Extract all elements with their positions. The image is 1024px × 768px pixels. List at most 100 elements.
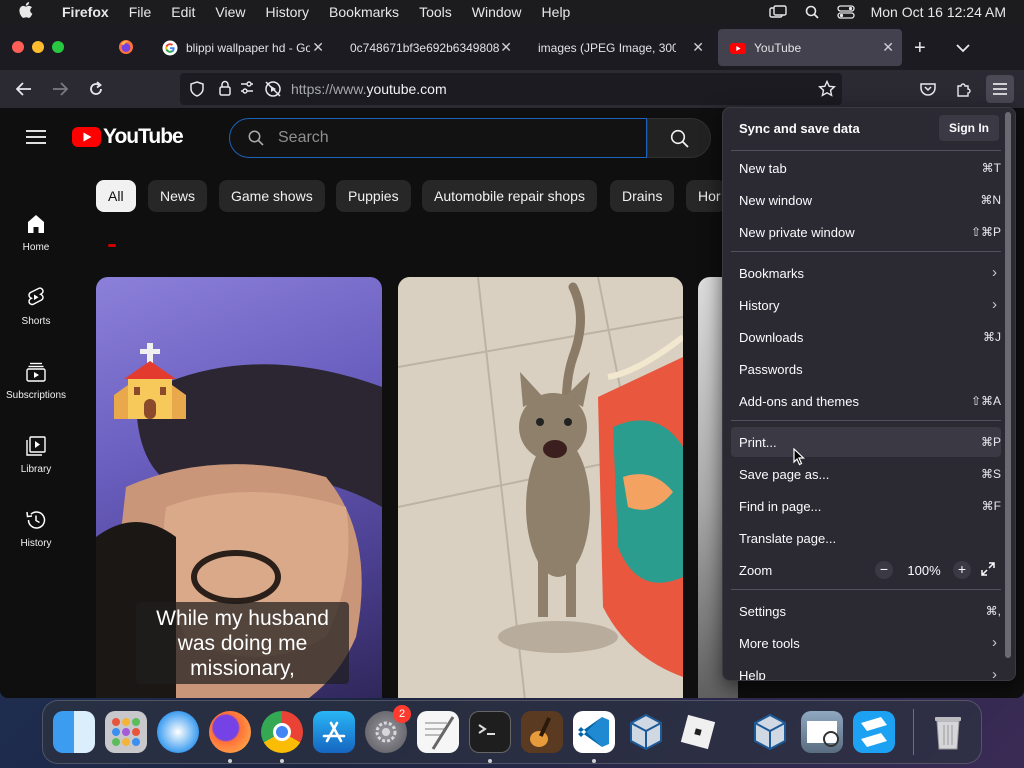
tab-blippi[interactable]: blippi wallpaper hd - Goo ✕ — [150, 29, 332, 66]
roblox-icon[interactable] — [677, 711, 719, 753]
zoom-in-button[interactable]: + — [953, 561, 971, 579]
launchpad-icon[interactable] — [105, 711, 147, 753]
menu-item-history[interactable]: History › — [731, 290, 1001, 320]
forward-arrow-icon[interactable] — [47, 76, 73, 102]
spotlight-search-icon[interactable] — [795, 0, 829, 24]
guide-subscriptions[interactable]: Subscriptions — [0, 360, 72, 401]
window-switcher-icon[interactable] — [761, 0, 795, 24]
guide-library[interactable]: Library — [0, 434, 72, 475]
chip-automobile-repair[interactable]: Automobile repair shops — [422, 180, 597, 212]
menu-view[interactable]: View — [205, 4, 255, 20]
menu-window[interactable]: Window — [462, 4, 532, 20]
apple-menu-icon[interactable] — [0, 2, 52, 22]
firefox-dock-icon[interactable] — [209, 711, 251, 753]
menu-history[interactable]: History — [255, 4, 319, 20]
chip-partial[interactable]: Hor — [686, 180, 726, 212]
virtualbox-2-icon[interactable] — [749, 711, 791, 753]
back-arrow-icon[interactable] — [11, 76, 37, 102]
menu-item-passwords[interactable]: Passwords — [731, 354, 1001, 384]
system-settings-icon[interactable]: 2 — [365, 705, 411, 753]
menu-item-label: More tools — [739, 635, 800, 651]
menu-item-downloads[interactable]: Downloads ⌘J — [731, 322, 1001, 352]
menu-item-print[interactable]: Print... ⌘P — [731, 427, 1001, 457]
tab-youtube[interactable]: YouTube ✕ — [718, 29, 902, 66]
tab-close-icon[interactable]: ✕ — [312, 39, 324, 56]
new-tab-plus-icon[interactable]: + — [914, 37, 926, 60]
fullscreen-icon[interactable] — [981, 562, 995, 579]
safari-icon[interactable] — [157, 711, 199, 753]
url-text[interactable]: https://www.youtube.com — [291, 81, 447, 97]
zoom-out-button[interactable]: − — [875, 561, 893, 579]
menu-item-find-in-page[interactable]: Find in page... ⌘F — [731, 491, 1001, 521]
garageband-icon[interactable] — [521, 711, 563, 753]
menu-bookmarks[interactable]: Bookmarks — [319, 4, 409, 20]
lock-icon[interactable] — [219, 80, 231, 101]
finder-icon[interactable] — [53, 711, 95, 753]
zoom-level[interactable]: 100% — [898, 563, 950, 578]
chip-all[interactable]: All — [96, 180, 136, 212]
roblox-studio-icon[interactable] — [853, 711, 895, 753]
guide-shorts[interactable]: Shorts — [0, 286, 72, 327]
menu-help[interactable]: Help — [532, 4, 581, 20]
control-center-icon[interactable] — [829, 0, 863, 24]
menu-item-translate[interactable]: Translate page... — [731, 523, 1001, 553]
chip-puppies[interactable]: Puppies — [336, 180, 411, 212]
youtube-logo-icon[interactable] — [72, 127, 101, 152]
reload-icon[interactable] — [83, 76, 109, 102]
extensions-puzzle-icon[interactable] — [951, 76, 977, 102]
firefox-view-icon[interactable] — [118, 39, 134, 55]
menu-item-save-page[interactable]: Save page as... ⌘S — [731, 459, 1001, 489]
maximize-window-button[interactable] — [52, 41, 64, 53]
textedit-icon[interactable] — [417, 711, 459, 753]
youtube-logo-text[interactable]: YouTube — [103, 125, 184, 149]
menu-item-new-private-window[interactable]: New private window ⇧⌘P — [731, 217, 1001, 247]
search-input[interactable]: Search — [229, 118, 647, 158]
guide-home[interactable]: Home — [0, 212, 72, 253]
menu-item-addons[interactable]: Add-ons and themes ⇧⌘A — [731, 386, 1001, 416]
shield-icon[interactable] — [190, 81, 204, 102]
chip-game-shows[interactable]: Game shows — [219, 180, 325, 212]
url-bar[interactable]: https://www.youtube.com — [180, 73, 842, 105]
guide-hamburger-icon[interactable] — [26, 129, 46, 150]
minimize-window-button[interactable] — [32, 41, 44, 53]
permissions-icon[interactable] — [240, 81, 254, 100]
terminal-icon[interactable] — [469, 711, 511, 753]
menubar-clock[interactable]: Mon Oct 16 12:24 AM — [863, 4, 1024, 20]
sign-in-button[interactable]: Sign In — [939, 115, 999, 141]
menu-file[interactable]: File — [119, 4, 162, 20]
menu-tools[interactable]: Tools — [409, 4, 462, 20]
vscode-icon[interactable] — [573, 711, 615, 753]
preview-icon[interactable] — [801, 711, 843, 753]
autoplay-blocked-icon[interactable] — [264, 80, 282, 103]
menu-item-settings[interactable]: Settings ⌘, — [731, 596, 1001, 626]
pocket-icon[interactable] — [915, 76, 941, 102]
menu-item-more-tools[interactable]: More tools › — [731, 628, 1001, 658]
search-button[interactable] — [647, 118, 711, 158]
menu-item-bookmarks[interactable]: Bookmarks › — [731, 258, 1001, 288]
chrome-icon[interactable] — [261, 711, 303, 753]
app-menu-button[interactable] — [986, 75, 1014, 103]
menu-item-new-tab[interactable]: New tab ⌘T — [731, 153, 1001, 183]
trash-icon[interactable] — [927, 711, 969, 753]
menu-item-help[interactable]: Help › — [731, 660, 1001, 680]
guide-history[interactable]: History — [0, 508, 72, 549]
list-all-tabs-chevron-icon[interactable] — [956, 40, 970, 58]
tab-image-hash[interactable]: 0c748671bf3e692b6349808 ✕ — [338, 29, 520, 66]
close-window-button[interactable] — [12, 41, 24, 53]
shorts-card-2[interactable] — [398, 277, 683, 698]
menu-scrollbar[interactable] — [1005, 112, 1011, 658]
menu-item-shortcut: ⌘N — [980, 193, 1001, 207]
tab-close-icon[interactable]: ✕ — [692, 39, 704, 56]
chip-news[interactable]: News — [148, 180, 208, 212]
tab-close-icon[interactable]: ✕ — [500, 39, 512, 56]
guide-label: Home — [22, 242, 50, 253]
tab-images-jpeg[interactable]: images (JPEG Image, 300 × ✕ — [526, 29, 712, 66]
virtualbox-icon[interactable] — [625, 711, 667, 753]
menu-edit[interactable]: Edit — [161, 4, 205, 20]
bookmark-star-icon[interactable] — [817, 79, 837, 103]
app-store-icon[interactable] — [313, 711, 355, 753]
chip-drains[interactable]: Drains — [610, 180, 675, 212]
menu-item-new-window[interactable]: New window ⌘N — [731, 185, 1001, 215]
menu-app-name[interactable]: Firefox — [52, 4, 119, 20]
tab-close-icon[interactable]: ✕ — [882, 39, 894, 56]
